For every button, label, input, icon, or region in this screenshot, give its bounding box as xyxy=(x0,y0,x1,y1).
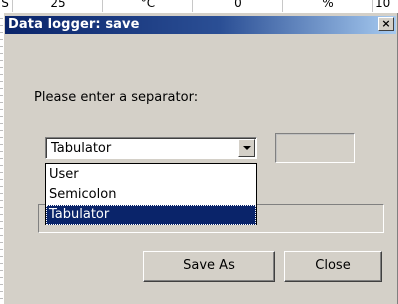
separator-option-tabulator[interactable]: Tabulator xyxy=(46,205,256,225)
save-as-button[interactable]: Save As xyxy=(143,251,275,282)
separator-option-user[interactable]: User xyxy=(46,165,256,185)
bg-cell-5: % xyxy=(282,0,373,12)
separator-prompt: Please enter a separator: xyxy=(34,90,199,105)
separator-option-semicolon[interactable]: Semicolon xyxy=(46,185,256,205)
dialog-title: Data logger: save xyxy=(8,17,140,32)
separator-selected-value: Tabulator xyxy=(51,141,112,156)
save-dialog: Data logger: save × Please enter a separ… xyxy=(3,12,398,304)
separator-combobox[interactable]: Tabulator xyxy=(45,137,257,159)
title-bar[interactable]: Data logger: save × xyxy=(5,16,396,34)
separator-dropdown-list[interactable]: User Semicolon Tabulator xyxy=(45,163,257,225)
bg-cell-3: °C xyxy=(102,0,193,12)
bg-cell-1: S xyxy=(1,0,9,10)
chevron-down-icon[interactable] xyxy=(238,139,255,157)
close-icon[interactable]: × xyxy=(378,17,394,31)
bg-cell-2: 25 xyxy=(12,0,103,12)
custom-separator-field[interactable] xyxy=(275,133,355,163)
close-button[interactable]: Close xyxy=(284,251,382,282)
bg-cell-4: 0 xyxy=(192,0,283,12)
bg-cell-6: 10 xyxy=(372,0,398,12)
